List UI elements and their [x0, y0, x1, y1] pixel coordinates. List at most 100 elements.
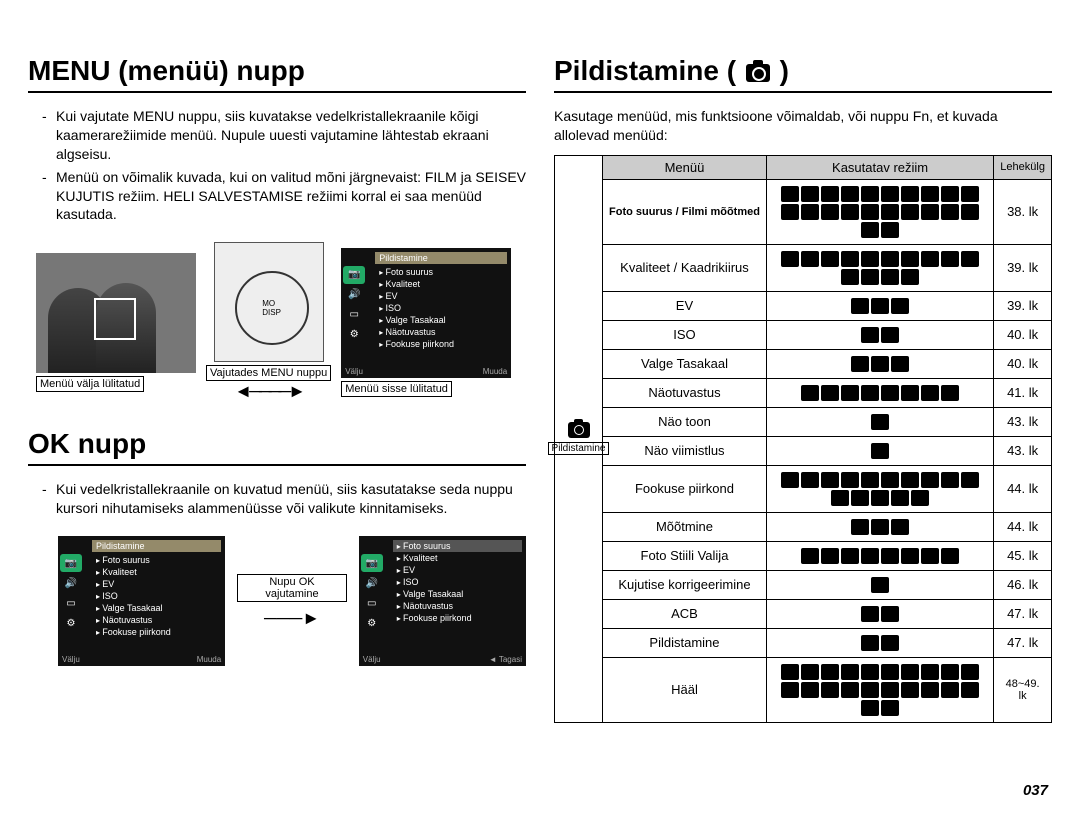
menu-cell: Kujutise korrigeerimine — [603, 570, 767, 599]
camera-menu-on: 📷 🔊 ▭ ⚙ Pildistamine Foto suurus Kvalite… — [341, 248, 511, 397]
menu-screenshot-on: 📷 🔊 ▭ ⚙ Pildistamine Foto suurus Kvalite… — [341, 248, 511, 378]
page-cell: 39. lk — [994, 291, 1052, 320]
ok-illustration-row: 📷🔊▭⚙ Pildistamine Foto suurus Kvaliteet … — [28, 536, 526, 666]
mode-icon — [841, 664, 859, 680]
camera-controls-diagram: MODISP — [214, 242, 324, 362]
mode-icon — [901, 548, 919, 564]
mode-icon — [841, 186, 859, 202]
mode-icon — [921, 548, 939, 564]
table-row: Valge Tasakaal40. lk — [603, 349, 1052, 378]
ok-button-bullets: Kui vedelkristallekraanile on kuvatud me… — [28, 480, 526, 518]
mode-icon — [861, 327, 879, 343]
mode-icon — [841, 204, 859, 220]
camera-icon — [568, 422, 590, 438]
mode-icons-cell — [766, 349, 993, 378]
mode-icon — [881, 222, 899, 238]
table-row: ACB 47. lk — [603, 599, 1052, 628]
mode-icon — [961, 186, 979, 202]
mode-icon — [871, 577, 889, 593]
page-cell: 47. lk — [994, 628, 1052, 657]
mode-icon — [921, 664, 939, 680]
table-row: Pildistamine 47. lk — [603, 628, 1052, 657]
mode-icon — [841, 385, 859, 401]
mode-icons-cell — [766, 657, 993, 722]
mode-icon — [801, 682, 819, 698]
mode-icon — [861, 251, 879, 267]
shooting-intro: Kasutage menüüd, mis funktsioone võimald… — [554, 107, 1052, 145]
mode-icon — [941, 251, 959, 267]
mode-icon — [901, 472, 919, 488]
mode-icons-cell — [766, 628, 993, 657]
mode-icon — [861, 385, 879, 401]
mode-icon — [891, 356, 909, 372]
page-cell: 48~49. lk — [994, 657, 1052, 722]
menu-cell: Kvaliteet / Kaadrikiirus — [603, 244, 767, 291]
mode-icon — [801, 204, 819, 220]
menu-cell: EV — [603, 291, 767, 320]
menu-cell: Foto suurus / Filmi mõõtmed — [603, 179, 767, 244]
mode-icons-cell — [766, 378, 993, 407]
th-menu: Menüü — [603, 155, 767, 179]
mode-icon — [881, 664, 899, 680]
mode-icon — [901, 186, 919, 202]
mode-icons-cell — [766, 244, 993, 291]
mode-icon — [891, 298, 909, 314]
mode-icon — [861, 700, 879, 716]
display-icon: ▭ — [343, 306, 365, 324]
table-row: ISO40. lk — [603, 320, 1052, 349]
mode-icon — [781, 186, 799, 202]
mode-icon — [881, 327, 899, 343]
mode-icon — [781, 472, 799, 488]
table-row: Näo toon43. lk — [603, 407, 1052, 436]
mode-icon — [821, 385, 839, 401]
mode-icon — [781, 682, 799, 698]
page-cell: 46. lk — [994, 570, 1052, 599]
page-cell: 44. lk — [994, 512, 1052, 541]
page-cell: 47. lk — [994, 599, 1052, 628]
table-row: Fookuse piirkond44. lk — [603, 465, 1052, 512]
mode-icon — [841, 269, 859, 285]
menu-illustration-row: Menüü välja lülitatud MODISP Vajutades M… — [28, 242, 526, 402]
mode-icons-cell — [766, 599, 993, 628]
mode-icons-cell — [766, 407, 993, 436]
mode-icon — [941, 186, 959, 202]
mode-icon — [801, 472, 819, 488]
mode-icon — [961, 204, 979, 220]
mode-icon — [861, 664, 879, 680]
menu-cell: Foto Stiili Valija — [603, 541, 767, 570]
table-row: Mõõtmine44. lk — [603, 512, 1052, 541]
mode-icon — [921, 204, 939, 220]
page-cell: 40. lk — [994, 320, 1052, 349]
mode-icons-cell — [766, 541, 993, 570]
mode-icon — [801, 186, 819, 202]
mode-icon — [941, 204, 959, 220]
right-column: Pildistamine ( ) Kasutage menüüd, mis fu… — [554, 55, 1052, 723]
mode-side-label: Pildistamine — [548, 442, 610, 455]
menu-cell: Pildistamine — [603, 628, 767, 657]
menu-cell: Fookuse piirkond — [603, 465, 767, 512]
mode-icon — [821, 682, 839, 698]
mode-column: Pildistamine — [554, 155, 602, 723]
mode-icon — [841, 548, 859, 564]
heading-menu-button: MENU (menüü) nupp — [28, 55, 526, 93]
table-row: Kujutise korrigeerimine 46. lk — [603, 570, 1052, 599]
page-number: 037 — [1023, 782, 1048, 799]
sound-icon: 🔊 — [343, 286, 365, 304]
mode-icon — [841, 251, 859, 267]
mode-icons-cell — [766, 179, 993, 244]
left-column: MENU (menüü) nupp Kui vajutate MENU nupp… — [28, 55, 526, 723]
table-row: Kvaliteet / Kaadrikiirus39. lk — [603, 244, 1052, 291]
menu-screenshot-before-ok: 📷🔊▭⚙ Pildistamine Foto suurus Kvaliteet … — [58, 536, 225, 666]
mode-icon — [841, 682, 859, 698]
mode-icon — [861, 548, 879, 564]
table-row: Foto Stiili Valija45. lk — [603, 541, 1052, 570]
page-cell: 43. lk — [994, 436, 1052, 465]
settings-icon: ⚙ — [343, 326, 365, 344]
menu-cell: ACB — [603, 599, 767, 628]
mode-icon — [921, 472, 939, 488]
mode-icon — [901, 682, 919, 698]
mode-icon — [911, 490, 929, 506]
th-used-mode: Kasutatav režiim — [766, 155, 993, 179]
camera-icon — [746, 64, 770, 82]
table-row: Hääl48~49. lk — [603, 657, 1052, 722]
